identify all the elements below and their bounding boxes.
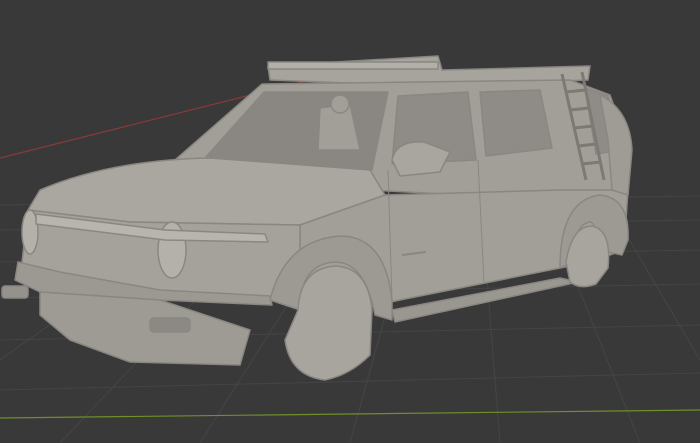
fog-light (149, 317, 191, 333)
rear-door-window (479, 89, 553, 157)
tow-hook-left (1, 285, 29, 299)
viewport-canvas[interactable] (0, 0, 700, 443)
3d-viewport[interactable] (0, 0, 700, 443)
headrest (330, 94, 350, 114)
roof-rack-rail (267, 61, 439, 70)
